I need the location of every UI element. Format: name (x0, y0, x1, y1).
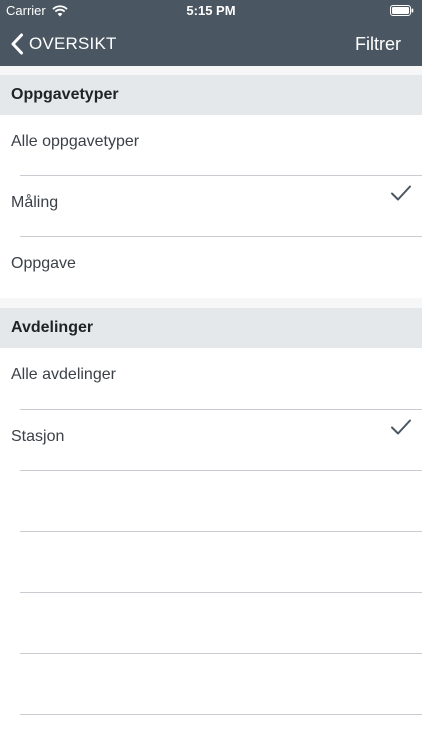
list-item-label: Oppgave (11, 255, 76, 272)
filter-list: Oppgavetyper Alle oppgavetyper Måling Op… (0, 66, 422, 750)
status-bar: Carrier 5:15 PM (0, 0, 422, 22)
row-divider (20, 714, 422, 715)
list-item-alle-oppgavetyper[interactable]: Alle oppgavetyper (0, 115, 422, 176)
section-spacer (0, 66, 422, 75)
back-button[interactable]: OVERSIKT (10, 22, 117, 66)
section-spacer (0, 298, 422, 308)
navigation-bar: OVERSIKT Filtrer (0, 22, 422, 66)
empty-row (0, 471, 422, 532)
empty-row (0, 532, 422, 593)
list-item-oppgave[interactable]: Oppgave (0, 237, 422, 298)
list-item-label: Stasjon (11, 428, 65, 445)
list-item-maling[interactable]: Måling (0, 176, 422, 237)
list-item-label: Alle avdelinger (11, 366, 116, 383)
list-item-label: Alle oppgavetyper (11, 133, 140, 150)
empty-row (0, 593, 422, 654)
app-header: Carrier 5:15 PM OVERSIKT Filtrer (0, 0, 422, 66)
section-header-avdelinger: Avdelinger (0, 308, 422, 348)
chevron-left-icon (11, 33, 23, 55)
section-header-oppgavetyper: Oppgavetyper (0, 75, 422, 115)
checkmark-icon (391, 419, 411, 435)
empty-row (0, 654, 422, 715)
list-item-label: Måling (11, 194, 59, 211)
status-time: 5:15 PM (186, 3, 236, 18)
battery-icon (390, 5, 414, 16)
list-item-alle-avdelinger[interactable]: Alle avdelinger (0, 348, 422, 410)
page-title: Filtrer (355, 34, 401, 54)
checkmark-icon (391, 185, 411, 201)
list-item-stasjon[interactable]: Stasjon (0, 410, 422, 471)
back-label: OVERSIKT (29, 34, 117, 53)
